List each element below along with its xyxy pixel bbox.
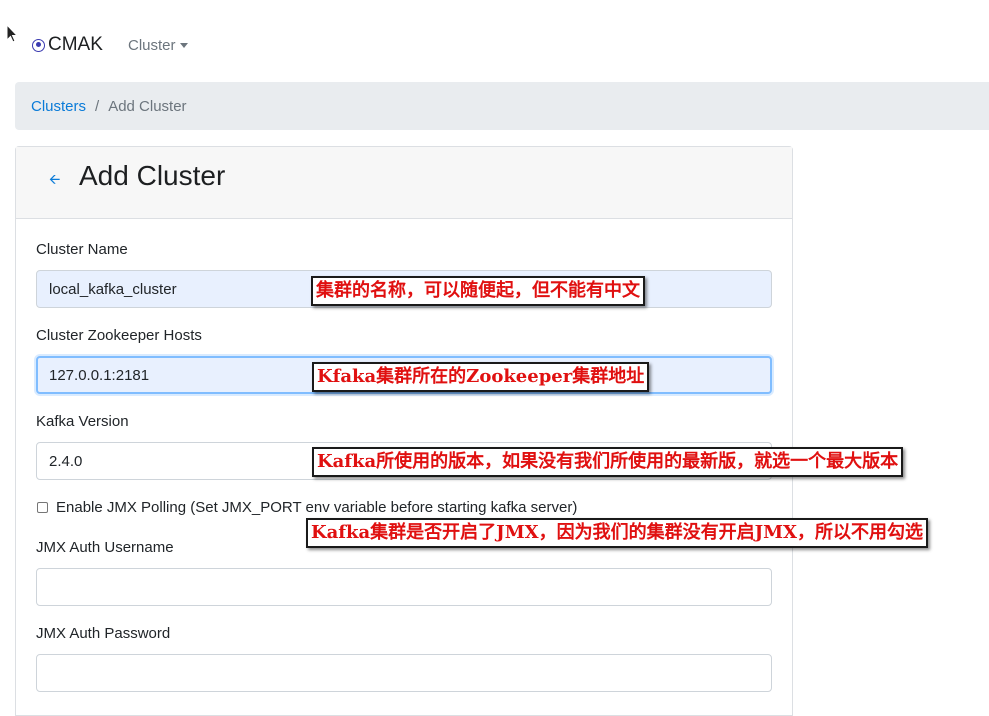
cluster-dropdown[interactable]: Cluster bbox=[128, 37, 188, 54]
card-header: 🡨 Add Cluster bbox=[16, 147, 792, 219]
breadcrumb-current: Add Cluster bbox=[108, 97, 187, 115]
jmx-polling-row: Enable JMX Polling (Set JMX_PORT env var… bbox=[37, 499, 577, 516]
jmx-polling-label: Enable JMX Polling (Set JMX_PORT env var… bbox=[56, 499, 578, 516]
jmx-password-label: JMX Auth Password bbox=[36, 625, 171, 642]
cmak-logo-icon bbox=[32, 38, 45, 52]
kafka-version-annotation: Kafka所使用的版本，如果没有我们所使用的最新版，就选一个最大版本 bbox=[312, 447, 904, 477]
left-arrow-icon[interactable]: 🡨 bbox=[49, 169, 60, 193]
breadcrumb: Clusters / Add Cluster bbox=[15, 82, 989, 130]
kafka-version-label: Kafka Version bbox=[36, 413, 129, 430]
brand-logo[interactable]: CMAK bbox=[32, 34, 103, 56]
zk-hosts-label: Cluster Zookeeper Hosts bbox=[36, 327, 202, 344]
jmx-username-input[interactable] bbox=[36, 568, 772, 606]
breadcrumb-separator: / bbox=[95, 97, 100, 115]
jmx-annotation: Kafka集群是否开启了JMX，因为我们的集群没有开启JMX，所以不用勾选 bbox=[306, 518, 928, 548]
chevron-down-icon bbox=[179, 43, 188, 48]
brand-name: CMAK bbox=[48, 34, 103, 55]
breadcrumb-clusters-link[interactable]: Clusters bbox=[31, 98, 86, 115]
mouse-cursor-icon bbox=[6, 24, 19, 43]
kafka-version-value: 2.4.0 bbox=[49, 452, 83, 470]
zk-hosts-annotation: Kfaka集群所在的Zookeeper集群地址 bbox=[312, 362, 650, 392]
zk-hosts-value: 127.0.0.1:2181 bbox=[49, 366, 150, 384]
jmx-polling-checkbox[interactable] bbox=[37, 502, 48, 513]
cluster-name-value: local_kafka_cluster bbox=[49, 280, 177, 298]
jmx-username-label: JMX Auth Username bbox=[36, 539, 174, 556]
jmx-password-input[interactable] bbox=[36, 654, 772, 692]
cluster-name-label: Cluster Name bbox=[36, 241, 128, 258]
cluster-name-annotation: 集群的名称，可以随便起，但不能有中文 bbox=[311, 276, 645, 306]
page-title: Add Cluster bbox=[79, 160, 226, 191]
cluster-dropdown-label: Cluster bbox=[128, 37, 176, 54]
